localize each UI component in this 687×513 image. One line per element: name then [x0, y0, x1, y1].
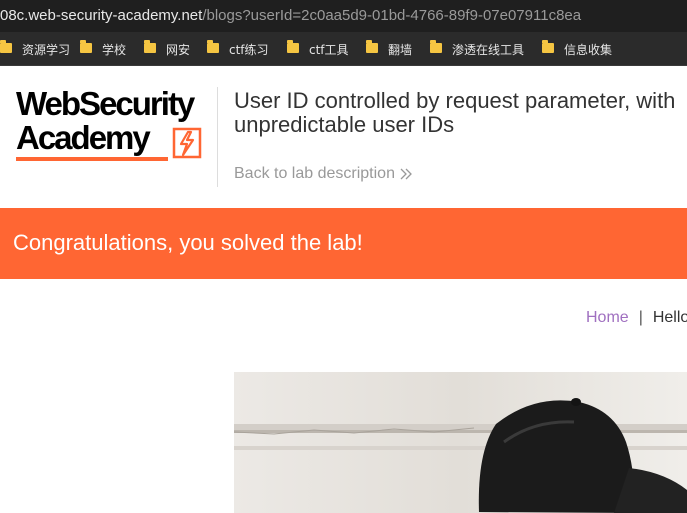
lab-title: User ID controlled by request parameter,…: [234, 88, 676, 137]
blog-post-image[interactable]: [234, 372, 687, 513]
url-path: /blogs?userId=2c0aa5d9-01bd-4766-89f9-07…: [202, 7, 582, 24]
bookmark-label: 学校: [102, 42, 127, 57]
bookmarks-bar: 资源学习 学校 网安 ctf练习 ctf工具 翻墙 渗透在线工具 信息收集: [0, 32, 687, 66]
folder-icon: [144, 40, 156, 53]
bookmark-folder[interactable]: 网安: [144, 32, 191, 65]
bookmark-label: ctf工具: [309, 42, 349, 57]
folder-icon: [207, 40, 219, 53]
bookmark-label: 资源学习: [22, 42, 71, 57]
bookmark-folder[interactable]: 学校: [80, 32, 127, 65]
folder-icon: [80, 40, 92, 53]
bookmark-label: 网安: [166, 42, 191, 57]
logo-text-line1: WebSecurity: [16, 85, 195, 122]
bookmark-label: ctf练习: [229, 42, 269, 57]
folder-icon: [287, 40, 299, 53]
folder-icon: [0, 40, 12, 53]
hat-photo: [234, 372, 687, 513]
logo-text-line2: Academy: [16, 119, 151, 156]
page-header: WebSecurity Academy User ID controlled b…: [0, 67, 687, 208]
bookmark-folder[interactable]: 翻墙: [366, 32, 413, 65]
hello-link[interactable]: Hello: [653, 309, 687, 327]
nav-separator: |: [638, 309, 643, 326]
address-bar[interactable]: 08c.web-security-academy.net/blogs?userI…: [0, 0, 687, 32]
header-divider: [217, 87, 218, 187]
bookmark-label: 渗透在线工具: [452, 42, 525, 57]
top-nav: Home | Hello: [586, 309, 687, 327]
bookmark-folder[interactable]: ctf工具: [287, 32, 349, 65]
back-to-lab-link[interactable]: Back to lab description: [234, 165, 413, 183]
bookmark-folder[interactable]: 信息收集: [542, 32, 613, 65]
web-security-academy-logo[interactable]: WebSecurity Academy: [16, 87, 216, 167]
bookmark-label: 信息收集: [564, 42, 613, 57]
url-host: 08c.web-security-academy.net: [0, 7, 203, 24]
bookmark-folder[interactable]: 渗透在线工具: [430, 32, 525, 65]
solved-message: Congratulations, you solved the lab!: [13, 230, 363, 255]
double-chevron-right-icon: [400, 168, 412, 180]
home-link[interactable]: Home: [586, 309, 629, 327]
bookmark-folder[interactable]: ctf练习: [207, 32, 269, 65]
lightning-flask-icon: [172, 127, 202, 159]
bookmark-label: 翻墙: [388, 42, 413, 57]
folder-icon: [430, 40, 442, 53]
folder-icon: [366, 40, 378, 53]
logo-underline: [16, 157, 168, 161]
back-link-label: Back to lab description: [234, 165, 395, 182]
lab-solved-banner: Congratulations, you solved the lab!: [0, 208, 687, 279]
folder-icon: [542, 40, 554, 53]
bookmark-folder[interactable]: 资源学习: [0, 32, 71, 65]
